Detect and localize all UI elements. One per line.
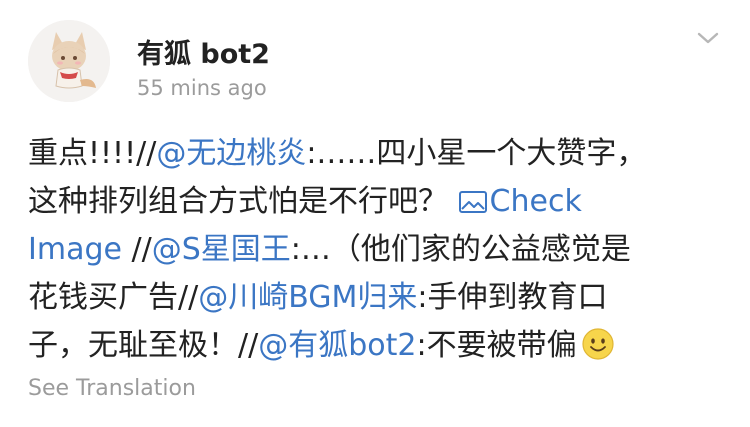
content-line-3: Image //@S星国王:…（他们家的公益感觉是 (28, 226, 728, 274)
post-content: 重点!!!!//@无边桃炎:……四小星一个大赞字， 这种排列组合方式怕是不行吧？… (28, 130, 728, 370)
content-line-4: 花钱买广告//@川崎BGM归来:手伸到教育口 (28, 274, 728, 322)
mention-link[interactable]: @川崎BGM归来 (198, 280, 417, 315)
post-timestamp: 55 mins ago (137, 76, 267, 100)
text: 重点!!!!// (28, 136, 157, 171)
mention-link[interactable]: @S星国王 (152, 232, 291, 267)
weibo-post: 有狐 bot2 55 mins ago 重点!!!!//@无边桃炎:……四小星一… (0, 0, 750, 427)
check-image-label-part2[interactable]: Image (28, 232, 122, 267)
check-image-link[interactable]: Check (458, 184, 582, 219)
image-icon (458, 191, 487, 213)
text: 子，无耻至极！// (28, 328, 259, 363)
check-image-label-part1[interactable]: Check (490, 184, 582, 219)
avatar[interactable] (28, 20, 110, 102)
content-line-5: 子，无耻至极！//@有狐bot2:不要被带偏 (28, 322, 728, 370)
text: 这种排列组合方式怕是不行吧？ (28, 184, 458, 219)
text: 花钱买广告// (28, 280, 199, 315)
mention-link[interactable]: @无边桃炎 (156, 136, 306, 171)
author-name[interactable]: 有狐 bot2 (137, 32, 270, 71)
text: :手伸到教育口 (417, 280, 608, 315)
text: // (121, 232, 152, 267)
smile-emoji-icon (581, 328, 614, 360)
see-translation-link[interactable]: See Translation (28, 376, 196, 401)
text: :…（他们家的公益感觉是 (290, 232, 631, 267)
text: :不要被带偏 (416, 328, 577, 363)
content-line-2: 这种排列组合方式怕是不行吧？ Check (28, 178, 728, 226)
text: :……四小星一个大赞字， (306, 136, 647, 171)
mention-link[interactable]: @有狐bot2 (258, 328, 416, 363)
content-line-1: 重点!!!!//@无边桃炎:……四小星一个大赞字， (28, 130, 728, 178)
fox-avatar-illustration (28, 20, 110, 102)
chevron-down-icon[interactable] (696, 30, 720, 46)
